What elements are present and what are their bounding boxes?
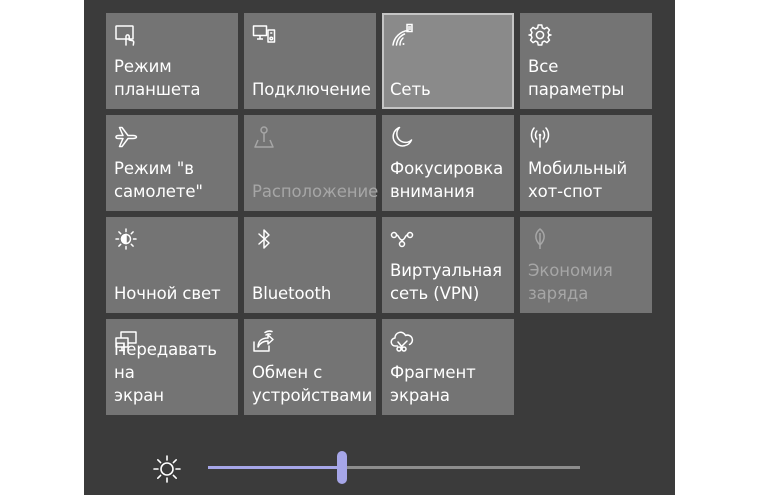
tile-label: Фрагмент экрана — [390, 363, 476, 405]
quick-actions-grid: Режим планшета Подключение Сеть Все пара… — [106, 13, 652, 415]
network-icon — [390, 23, 414, 47]
leaf-icon — [528, 227, 552, 251]
tile-label: Ночной свет — [114, 284, 221, 303]
share-icon — [252, 329, 276, 353]
moon-icon — [390, 125, 414, 149]
brightness-slider-thumb[interactable] — [336, 451, 347, 484]
tile-connect[interactable]: Подключение — [244, 13, 376, 109]
airplane-icon — [114, 125, 138, 149]
brightness-slider-fill — [208, 466, 342, 469]
tile-all-settings[interactable]: Все параметры — [520, 13, 652, 109]
action-center-panel: Режим планшета Подключение Сеть Все пара… — [84, 0, 675, 495]
hotspot-icon — [528, 125, 552, 149]
tile-label: Экономия заряда — [528, 261, 613, 303]
tile-label: Все параметры — [528, 57, 625, 99]
tile-label: Передавать на экран — [114, 340, 217, 405]
connect-icon — [252, 23, 276, 47]
tile-mobile-hotspot[interactable]: Мобильный хот-спот — [520, 115, 652, 211]
tile-focus-assist[interactable]: Фокусировка внимания — [382, 115, 514, 211]
tile-bluetooth[interactable]: Bluetooth — [244, 217, 376, 313]
tile-nearby-sharing[interactable]: Обмен с устройствами — [244, 319, 376, 415]
tablet-mode-icon — [114, 23, 138, 47]
tile-vpn[interactable]: Виртуальная сеть (VPN) — [382, 217, 514, 313]
gear-icon — [528, 23, 552, 47]
tile-label: Расположение — [252, 182, 379, 201]
tile-project[interactable]: Передавать на экран — [106, 319, 238, 415]
tile-tablet-mode[interactable]: Режим планшета — [106, 13, 238, 109]
tile-label: Bluetooth — [252, 284, 332, 303]
tile-night-light[interactable]: Ночной свет — [106, 217, 238, 313]
tile-label: Обмен с устройствами — [252, 363, 373, 405]
tile-label: Фокусировка внимания — [390, 159, 504, 201]
tile-label: Режим "в самолете" — [114, 159, 203, 201]
empty-slot — [520, 319, 652, 415]
tile-label: Режим планшета — [114, 57, 201, 99]
tile-label: Сеть — [390, 80, 431, 99]
bluetooth-icon — [252, 227, 276, 251]
brightness-row — [84, 440, 675, 496]
tile-label: Мобильный хот-спот — [528, 159, 628, 201]
tile-screen-snip[interactable]: Фрагмент экрана — [382, 319, 514, 415]
brightness-sun-icon — [152, 454, 182, 484]
snip-icon — [390, 329, 414, 353]
brightness-slider[interactable] — [208, 450, 580, 486]
location-icon — [252, 125, 276, 149]
tile-airplane-mode[interactable]: Режим "в самолете" — [106, 115, 238, 211]
tile-label: Подключение — [252, 80, 371, 99]
tile-battery-saver[interactable]: Экономия заряда — [520, 217, 652, 313]
tile-location[interactable]: Расположение — [244, 115, 379, 211]
night-light-icon — [114, 227, 138, 251]
tile-label: Виртуальная сеть (VPN) — [390, 261, 502, 303]
vpn-icon — [390, 227, 414, 251]
tile-network[interactable]: Сеть — [382, 13, 514, 109]
